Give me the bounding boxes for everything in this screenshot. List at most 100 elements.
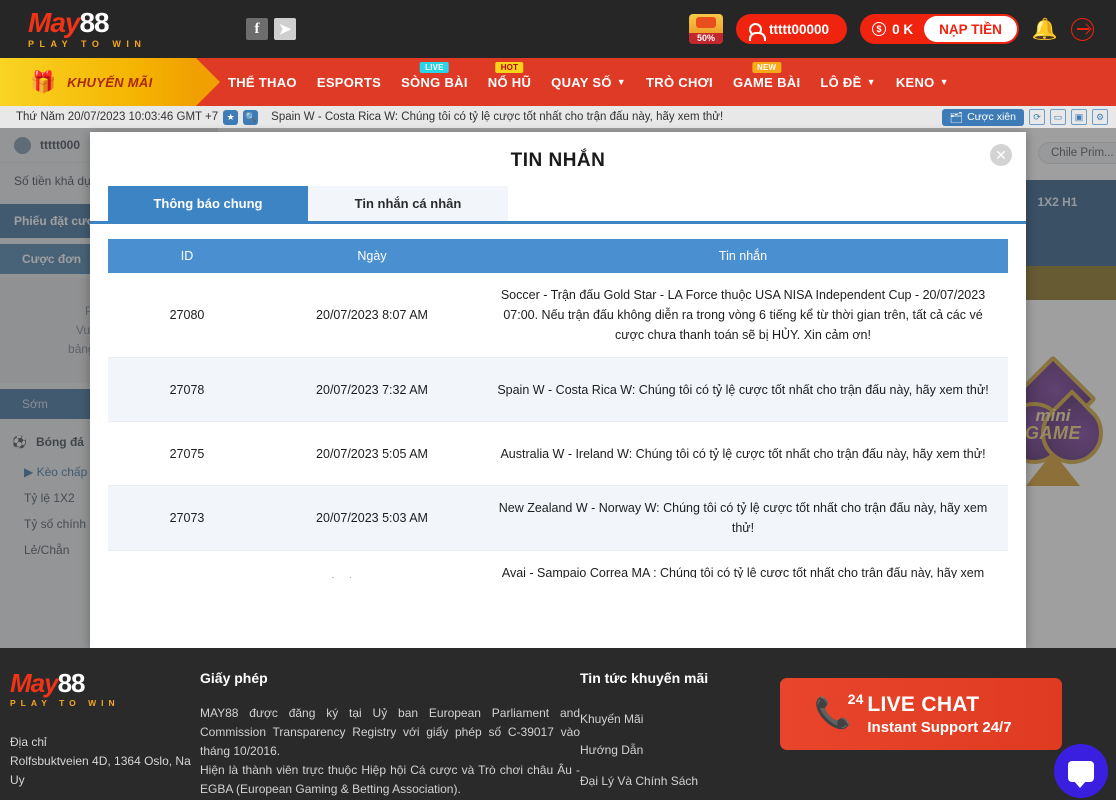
- cell-message: New Zealand W - Norway W: Chúng tôi có t…: [498, 501, 988, 535]
- site-footer: May88 PLAY TO WIN Địa chỉ Rolfsbuktveien…: [0, 648, 1116, 800]
- nav-item-promotions[interactable]: 🎁 KHUYẾN MÃI: [0, 58, 220, 106]
- chevron-down-icon: ▼: [939, 77, 949, 87]
- modal-title: TIN NHẮN: [510, 150, 606, 171]
- nav-label: THỂ THAO: [228, 74, 297, 90]
- notification-bell-icon[interactable]: 🔔: [1032, 19, 1058, 40]
- cell-date: 20/07/2023 5:03 AM: [316, 511, 428, 525]
- table-row[interactable]: 27073 20/07/2023 5:03 AM New Zealand W -…: [108, 486, 1008, 551]
- footer-link-guide[interactable]: Hướng Dẫn: [580, 735, 780, 766]
- cell-message: Australia W - Ireland W: Chúng tôi có tỷ…: [500, 446, 986, 461]
- search-icon[interactable]: 🔍: [243, 109, 259, 125]
- facebook-icon[interactable]: f: [246, 18, 268, 40]
- telegram-icon[interactable]: ➤: [274, 18, 296, 40]
- table-row[interactable]: 27071 20/07/2023 1:41 AM Avai - Sampaio …: [108, 551, 1008, 578]
- cell-message: Soccer - Trận đấu Gold Star - LA Force t…: [500, 288, 986, 342]
- close-icon[interactable]: ✕: [990, 144, 1012, 166]
- nav-label: QUAY SỐ: [551, 74, 612, 90]
- main-nav: 🎁 KHUYẾN MÃI THỂ THAO ESPORTS LIVE SÒNG …: [0, 58, 1116, 106]
- nav-item-casino[interactable]: LIVE SÒNG BÀI: [391, 61, 478, 90]
- live-chat-title: LIVE CHAT: [867, 692, 980, 716]
- cell-date: 20/07/2023 1:41 AM: [266, 576, 478, 578]
- column-header-id: ID: [180, 249, 194, 263]
- license-text: MAY88 được đăng ký tại Uỷ ban European P…: [200, 706, 580, 796]
- nav-item-sports[interactable]: THỂ THAO: [218, 75, 307, 90]
- gift-icon: 🎁: [30, 70, 57, 94]
- chat-widget-button[interactable]: [1054, 744, 1108, 798]
- account-button[interactable]: ttttt00000: [736, 14, 848, 44]
- footer-link-agent-policy[interactable]: Đại Lý Và Chính Sách: [580, 766, 780, 797]
- news-title: Tin tức khuyến mãi: [580, 670, 709, 686]
- messages-table: ID Ngày Tin nhắn 27080 20/07/2023 8:07 A…: [90, 224, 1026, 578]
- cell-message: Spain W - Costa Rica W: Chúng tôi có tỷ …: [497, 382, 989, 397]
- chat-icon[interactable]: ▭: [1050, 109, 1066, 125]
- server-datetime: Thứ Năm 20/07/2023 10:03:46 GMT +7: [16, 111, 219, 123]
- cell-id: 27078: [169, 382, 205, 397]
- settings-icon[interactable]: ⚙: [1092, 109, 1108, 125]
- table-row[interactable]: 27075 20/07/2023 5:05 AM Australia W - I…: [108, 422, 1008, 486]
- promo-gift-badge[interactable]: 50%: [689, 14, 724, 44]
- chat-bubble-icon: [1068, 760, 1094, 788]
- table-row[interactable]: 27078 20/07/2023 7:32 AM Spain W - Costa…: [108, 358, 1008, 422]
- footer-address: Địa chỉ Rolfsbuktveien 4D, 1364 Oslo, Na…: [10, 733, 200, 790]
- nav-label: GAME BÀI: [732, 74, 801, 90]
- footer-news-column: Tin tức khuyến mãi Khuyến Mãi Hướng Dẫn …: [580, 670, 780, 800]
- footer-link-promotions[interactable]: Khuyến Mãi: [580, 704, 780, 735]
- footer-logo-may: May: [10, 668, 59, 698]
- chevron-down-icon: ▼: [616, 77, 627, 87]
- logout-icon[interactable]: [1071, 17, 1094, 41]
- logo-tagline: PLAY TO WIN: [28, 39, 147, 49]
- live-chat-banner[interactable]: 📞 24 LIVE CHAT Instant Support 24/7: [780, 678, 1062, 750]
- promo-percent-label: 50%: [689, 33, 724, 44]
- parlay-label: Cược xiên: [967, 111, 1016, 123]
- parlay-icon: 🗂: [949, 111, 964, 124]
- parlay-button[interactable]: 🗂 Cược xiên: [941, 108, 1024, 126]
- footer-brand-column: May88 PLAY TO WIN Địa chỉ Rolfsbuktveien…: [0, 670, 200, 800]
- column-header-message: Tin nhắn: [718, 249, 768, 263]
- nav-item-lottery-spin[interactable]: QUAY SỐ ▼: [541, 75, 636, 90]
- username-label: ttttt00000: [769, 21, 830, 37]
- gift-bow-icon: [696, 17, 717, 28]
- nav-item-slots[interactable]: HOT NỔ HŨ: [478, 61, 541, 90]
- user-icon: [749, 22, 767, 41]
- logo-may: May: [28, 7, 80, 38]
- deposit-button[interactable]: NẠP TIỀN: [924, 16, 1017, 42]
- live-chat-text: LIVE CHAT Instant Support 24/7: [867, 693, 1011, 736]
- nav-label: TRÒ CHƠI: [646, 74, 713, 90]
- badge-new: NEW: [752, 61, 782, 73]
- site-logo[interactable]: May88 PLAY TO WIN: [28, 7, 168, 50]
- nav-item-games[interactable]: TRÒ CHƠI: [636, 75, 723, 90]
- nav-label: LÔ ĐỀ: [820, 74, 862, 90]
- balance-amount: 0 K: [892, 21, 914, 37]
- nav-item-card-games[interactable]: NEW GAME BÀI: [723, 61, 810, 90]
- tab-general-announcements[interactable]: Thông báo chung: [108, 186, 308, 221]
- cell-id: 27080: [169, 308, 205, 322]
- star-icon[interactable]: ★: [223, 109, 239, 125]
- cell-id: 27071: [108, 576, 266, 578]
- nav-label: KENO: [895, 74, 935, 90]
- phone-icon: 📞 24: [814, 691, 864, 730]
- tab-personal-messages[interactable]: Tin nhắn cá nhân: [308, 186, 508, 221]
- ticker-tools: 🗂 Cược xiên ⟳ ▭ ▣ ⚙: [941, 108, 1108, 126]
- chevron-down-icon: ▼: [866, 77, 876, 87]
- window-icon[interactable]: ▣: [1071, 109, 1087, 125]
- badge-live: LIVE: [420, 61, 449, 73]
- license-title: Giấy phép: [200, 670, 268, 686]
- nav-item-list: THỂ THAO ESPORTS LIVE SÒNG BÀI HOT NỔ HŨ…: [196, 61, 1116, 90]
- messages-modal: TIN NHẮN ✕ Thông báo chung Tin nhắn cá n…: [90, 132, 1026, 648]
- badge-hot: HOT: [495, 61, 524, 73]
- table-row[interactable]: 27080 20/07/2023 8:07 AM Soccer - Trận đ…: [108, 273, 1008, 358]
- footer-logo-88: 88: [57, 668, 86, 698]
- address-label: Địa chỉ: [10, 735, 47, 749]
- refresh-icon[interactable]: ⟳: [1029, 109, 1045, 125]
- cell-message: Avai - Sampaio Correa MA : Chúng tôi có …: [501, 566, 985, 578]
- header-actions: 50% ttttt00000 $ 0 K NẠP TIỀN 🔔: [689, 14, 1094, 44]
- footer-logo: May88: [10, 670, 200, 696]
- cell-id: 27073: [169, 511, 205, 525]
- nav-item-keno[interactable]: KENO ▼: [886, 75, 959, 90]
- nav-item-lode[interactable]: LÔ ĐỀ ▼: [810, 75, 885, 90]
- nav-label: ESPORTS: [316, 74, 382, 90]
- nav-item-esports[interactable]: ESPORTS: [307, 75, 391, 90]
- column-header-date: Ngày: [357, 249, 387, 263]
- table-body[interactable]: 27080 20/07/2023 8:07 AM Soccer - Trận đ…: [108, 273, 1008, 578]
- nav-label: NỔ HŨ: [487, 74, 532, 90]
